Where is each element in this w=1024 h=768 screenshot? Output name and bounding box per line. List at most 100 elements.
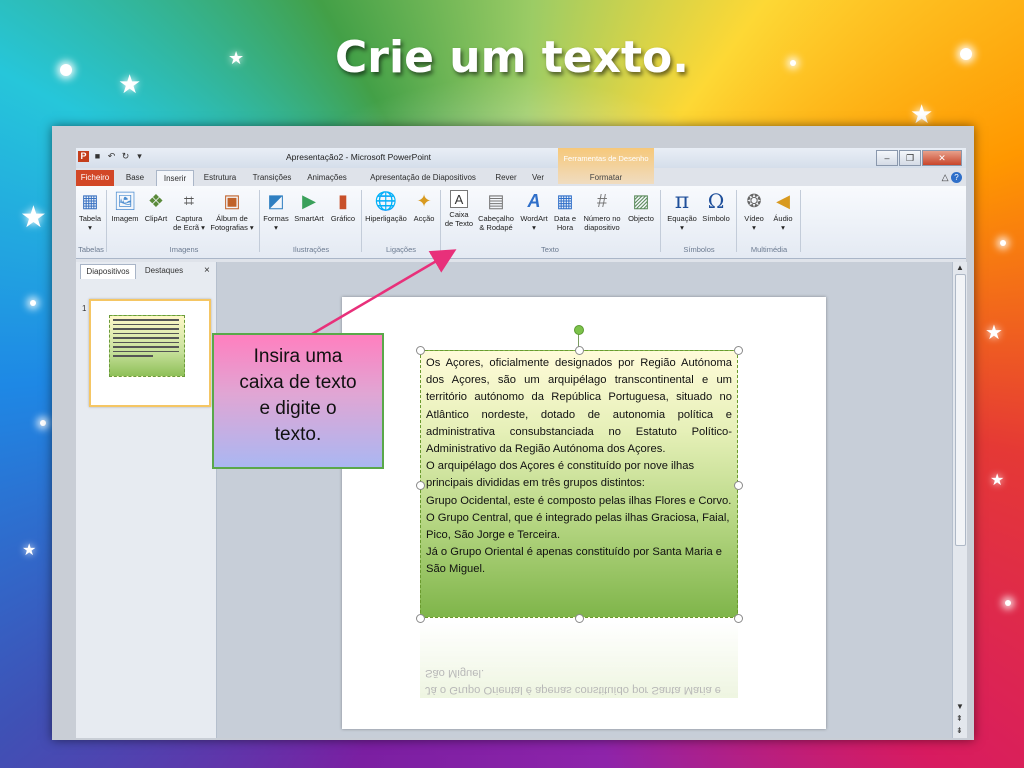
tab-base[interactable]: Base bbox=[120, 170, 150, 186]
action-button[interactable]: ✦ Acção bbox=[411, 190, 437, 224]
textbox-button[interactable]: A Caixa de Texto bbox=[444, 190, 474, 228]
tab-transicoes[interactable]: Transições bbox=[248, 170, 296, 186]
picture-button[interactable]: 🖼 Imagem bbox=[110, 190, 140, 224]
group-label-simbolos: Símbolos bbox=[683, 245, 715, 254]
tab-rever[interactable]: Rever bbox=[492, 170, 520, 186]
vertical-scrollbar[interactable]: ▲ ▼ ⇞ ⇟ bbox=[952, 262, 967, 738]
scroll-thumb[interactable] bbox=[955, 274, 966, 546]
slide-number-button[interactable]: # Número no diapositivo bbox=[580, 190, 624, 233]
equation-button[interactable]: π Equação ▾ bbox=[664, 190, 700, 232]
textbox-icon: A bbox=[450, 190, 468, 208]
selected-textbox[interactable]: Os Açores, oficialmente designados por R… bbox=[420, 350, 738, 618]
video-button[interactable]: ❂ Vídeo ▾ bbox=[740, 190, 768, 233]
tab-apresentacao[interactable]: Apresentação de Diapositivos bbox=[358, 170, 488, 186]
group-label-multimedia: Multimédia bbox=[750, 245, 788, 254]
table-icon: ▦ bbox=[81, 190, 99, 211]
photo-album-button[interactable]: ▣ Álbum de Fotografias ▾ bbox=[208, 190, 256, 233]
picture-icon: 🖼 bbox=[113, 190, 137, 211]
help-icon[interactable]: ? bbox=[951, 172, 962, 183]
audio-icon: ◀ bbox=[776, 190, 790, 211]
previous-slide-icon[interactable]: ⇞ bbox=[956, 714, 963, 723]
slide-thumbnail[interactable] bbox=[89, 299, 211, 407]
group-label-ilustracoes: Ilustrações bbox=[292, 245, 330, 254]
undo-icon[interactable]: ↶ bbox=[106, 151, 117, 162]
paragraph: Já o Grupo Oriental é apenas constituído… bbox=[426, 546, 723, 576]
tab-destaques[interactable]: Destaques bbox=[138, 264, 190, 278]
paragraph: Grupo Ocidental, este é composto pelas i… bbox=[426, 494, 732, 507]
action-icon: ✦ bbox=[416, 190, 432, 211]
restore-button[interactable]: ❐ bbox=[899, 150, 921, 166]
close-panel-icon[interactable]: × bbox=[204, 265, 210, 276]
next-slide-icon[interactable]: ⇟ bbox=[956, 726, 963, 735]
sparkle-decoration bbox=[40, 420, 46, 426]
slides-panel: Diapositivos Destaques × 1 bbox=[76, 262, 217, 738]
scroll-down-icon[interactable]: ▼ bbox=[956, 702, 964, 711]
callout-line: e digite o bbox=[259, 398, 337, 419]
redo-icon[interactable]: ↻ bbox=[120, 151, 131, 162]
paragraph: Os Açores, oficialmente designados por R… bbox=[426, 357, 732, 456]
callout-line: texto. bbox=[274, 424, 322, 445]
paragraph: O Grupo Central, que é integrado pelas i… bbox=[426, 511, 730, 542]
callout-line: Insira uma bbox=[253, 346, 343, 367]
instruction-callout: Insira uma caixa de texto e digite o tex… bbox=[212, 333, 384, 469]
group-separator bbox=[800, 190, 801, 252]
group-separator bbox=[440, 190, 441, 252]
tab-ficheiro[interactable]: Ficheiro bbox=[76, 170, 114, 186]
date-time-button[interactable]: ▦ Data e Hora bbox=[552, 190, 578, 233]
tab-ver[interactable]: Ver bbox=[526, 170, 550, 186]
tab-formatar[interactable]: Formatar bbox=[568, 170, 644, 186]
audio-button[interactable]: ◀ Áudio ▾ bbox=[770, 190, 796, 233]
resize-handle[interactable] bbox=[734, 346, 743, 355]
star-decoration: ★ bbox=[22, 540, 37, 559]
screenshot-icon: ⌗ bbox=[183, 190, 195, 211]
tab-estrutura[interactable]: Estrutura bbox=[198, 170, 242, 186]
symbol-button[interactable]: Ω Símbolo bbox=[700, 188, 732, 224]
thumbnail-text-lines bbox=[113, 319, 179, 360]
sparkle-decoration bbox=[30, 300, 36, 306]
save-icon[interactable]: ■ bbox=[92, 151, 103, 162]
powerpoint-logo-icon[interactable]: P bbox=[78, 151, 89, 162]
customize-toolbar-icon[interactable]: ▾ bbox=[134, 151, 145, 162]
group-label-texto: Texto bbox=[541, 245, 559, 254]
minimize-button[interactable]: – bbox=[876, 150, 898, 166]
star-decoration: ★ bbox=[20, 200, 47, 235]
resize-handle[interactable] bbox=[734, 481, 743, 490]
screenshot-button[interactable]: ⌗ Captura de Ecrã ▾ bbox=[172, 190, 206, 233]
object-button[interactable]: ▨ Objecto bbox=[626, 190, 656, 224]
window-controls: – ❐ ✕ bbox=[876, 150, 962, 166]
hyperlink-icon: 🌐 bbox=[374, 190, 398, 211]
hyperlink-button[interactable]: 🌐 Hiperligação bbox=[363, 190, 409, 224]
sparkle-decoration bbox=[1005, 600, 1011, 606]
minimize-ribbon-icon[interactable]: △ bbox=[942, 172, 949, 182]
group-separator bbox=[259, 190, 260, 252]
window-title: Apresentação2 - Microsoft PowerPoint bbox=[286, 152, 432, 162]
shapes-button[interactable]: ◩ Formas ▾ bbox=[262, 190, 290, 233]
clipart-button[interactable]: ❖ ClipArt bbox=[142, 190, 170, 224]
tab-animacoes[interactable]: Animações bbox=[302, 170, 352, 186]
table-button[interactable]: ▦ Tabela ▾ bbox=[77, 190, 103, 233]
resize-handle[interactable] bbox=[416, 346, 425, 355]
date-time-icon: ▦ bbox=[556, 190, 574, 211]
resize-handle[interactable] bbox=[575, 346, 584, 355]
tab-inserir[interactable]: Inserir bbox=[156, 170, 194, 187]
scroll-up-icon[interactable]: ▲ bbox=[956, 263, 964, 272]
chart-button[interactable]: ▮ Gráfico bbox=[328, 190, 358, 224]
object-icon: ▨ bbox=[632, 190, 650, 211]
tab-diapositivos[interactable]: Diapositivos bbox=[80, 264, 136, 279]
close-button[interactable]: ✕ bbox=[922, 150, 962, 166]
symbol-icon: Ω bbox=[707, 188, 725, 213]
photo-album-icon: ▣ bbox=[223, 190, 241, 211]
equation-icon: π bbox=[674, 188, 690, 214]
context-tab-group-label: Ferramentas de Desenho bbox=[563, 154, 649, 163]
smartart-button[interactable]: ▶ SmartArt bbox=[292, 190, 326, 224]
header-footer-button[interactable]: ▤ Cabeçalho & Rodapé bbox=[476, 190, 516, 233]
ribbon: ▦ Tabela ▾ 🖼 Imagem ❖ ClipArt ⌗ Captura de… bbox=[76, 186, 966, 259]
group-separator bbox=[361, 190, 362, 252]
resize-handle[interactable] bbox=[416, 481, 425, 490]
wordart-button[interactable]: A WordArt ▾ bbox=[518, 190, 550, 233]
textbox-content[interactable]: Os Açores, oficialmente designados por R… bbox=[426, 355, 732, 579]
paragraph: O arquipélago dos Açores é constituído p… bbox=[426, 460, 695, 490]
group-separator bbox=[106, 190, 107, 252]
rotation-handle[interactable] bbox=[574, 325, 584, 335]
title-bar: P ■ ↶ ↻ ▾ Apresentação2 - Microsoft Powe… bbox=[76, 148, 966, 168]
